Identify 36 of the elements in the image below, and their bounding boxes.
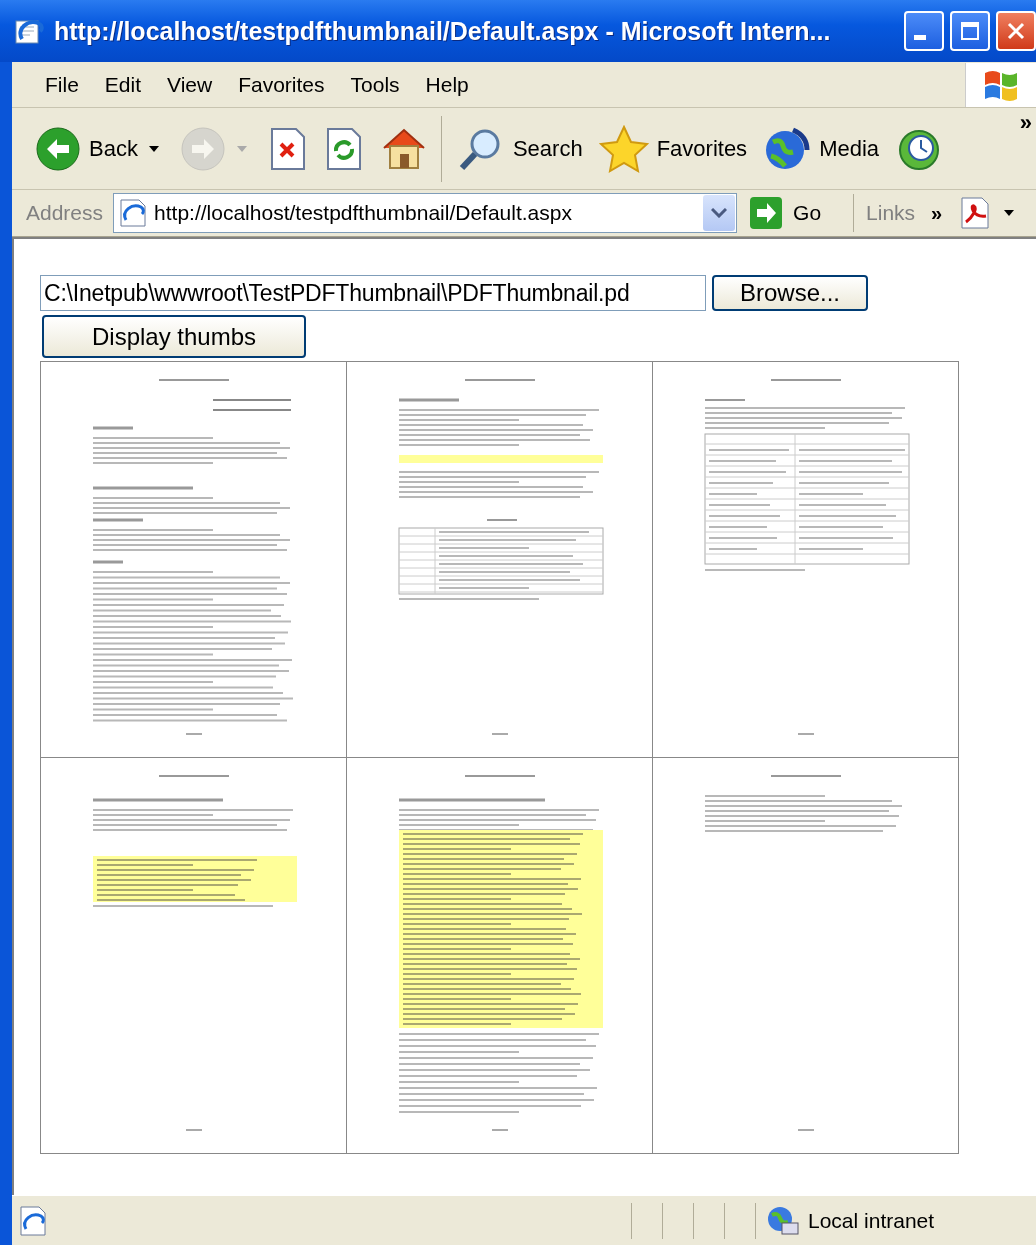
page-icon bbox=[118, 198, 149, 228]
browse-button[interactable]: Browse... bbox=[712, 275, 868, 311]
media-button[interactable]: Media bbox=[760, 121, 883, 176]
menu-item[interactable]: Help bbox=[412, 68, 482, 101]
menu-item[interactable]: View bbox=[154, 68, 226, 101]
caret-icon bbox=[148, 145, 159, 152]
chevron-down-icon[interactable] bbox=[711, 208, 728, 218]
caret-icon bbox=[1004, 210, 1015, 216]
globe-computer-icon bbox=[766, 1204, 800, 1237]
menu-item[interactable]: File bbox=[32, 68, 92, 101]
maximize-icon bbox=[959, 20, 981, 42]
minimize-icon bbox=[914, 34, 926, 40]
menu-item[interactable]: Favorites bbox=[225, 68, 338, 101]
page-icon bbox=[14, 17, 44, 45]
address-field[interactable]: http://localhost/testpdfthumbnail/Default.aspx bbox=[113, 193, 738, 233]
close-button[interactable] bbox=[996, 11, 1036, 51]
arrow-right-icon bbox=[749, 196, 784, 230]
overflow-chevron[interactable]: » bbox=[1019, 110, 1032, 136]
globe-icon bbox=[763, 125, 812, 172]
menu-item[interactable]: Edit bbox=[91, 68, 155, 101]
maximize-button[interactable] bbox=[950, 11, 990, 51]
overflow-chevron[interactable]: » bbox=[931, 201, 943, 225]
security-zone-label: Local intranet bbox=[808, 1208, 935, 1233]
display-thumbs-button[interactable]: Display thumbs bbox=[42, 315, 306, 358]
back-button[interactable]: Back bbox=[32, 121, 141, 176]
close-icon bbox=[1005, 20, 1027, 42]
star-icon bbox=[598, 124, 649, 173]
go-button[interactable]: Go bbox=[747, 194, 824, 232]
caret-icon bbox=[236, 145, 247, 152]
menu-item[interactable]: Tools bbox=[337, 68, 413, 101]
minimize-button[interactable] bbox=[904, 11, 944, 51]
favorites-button[interactable]: Favorites bbox=[595, 120, 751, 177]
window-title: http://localhost/testpdfthumbnail/Default.aspx - Microsoft Intern... bbox=[54, 16, 832, 46]
address-label: Address bbox=[26, 201, 104, 225]
file-path-field[interactable]: C:\Inetpub\wwwroot\TestPDFThumbnail\PDFThumbnail.pd bbox=[40, 275, 706, 311]
search-button[interactable]: Search bbox=[453, 121, 586, 176]
